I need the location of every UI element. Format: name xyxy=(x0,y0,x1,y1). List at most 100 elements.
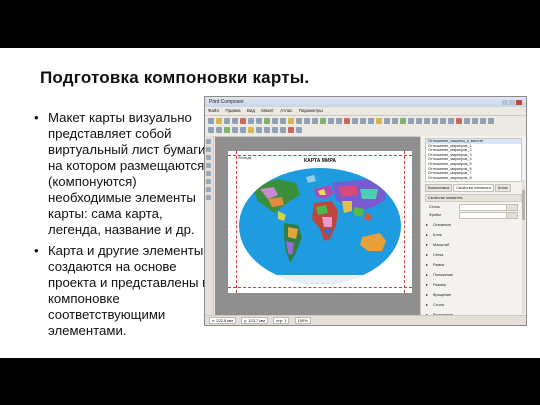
toolbar-icon[interactable] xyxy=(320,118,326,124)
toolbar-icon[interactable] xyxy=(256,127,262,133)
tab-composition[interactable]: Компоновка xyxy=(425,184,453,192)
toolbar-icon[interactable] xyxy=(288,127,294,133)
toolbar-row xyxy=(207,117,495,126)
collapsible-group[interactable]: Основные xyxy=(425,222,522,228)
slide-title: Подготовка компоновки карты. xyxy=(40,68,310,87)
zoom-level[interactable]: 100% xyxy=(294,317,311,324)
panel-scrollbar[interactable] xyxy=(522,180,525,314)
collapsible-group[interactable]: Сетка xyxy=(425,252,522,258)
menu-item[interactable]: Вид xyxy=(247,108,255,113)
bullet-item: Макет карты визуально представляет собой… xyxy=(34,110,216,238)
composer-canvas[interactable]: Легенда КАРТА МИРА xyxy=(215,137,421,317)
toolbar-icon[interactable] xyxy=(264,127,270,133)
toolbar-icon[interactable] xyxy=(456,118,462,124)
pan-tool-icon[interactable] xyxy=(206,155,211,160)
property-button[interactable] xyxy=(506,204,518,211)
toolbar-icon[interactable] xyxy=(296,127,302,133)
add-scale-icon[interactable] xyxy=(206,187,211,192)
property-value-field[interactable] xyxy=(459,212,511,219)
toolbar-icon[interactable] xyxy=(216,118,222,124)
toolbar-icon[interactable] xyxy=(296,118,302,124)
collapsible-group[interactable]: Рамка xyxy=(425,262,522,268)
toolbar-icon[interactable] xyxy=(248,127,254,133)
collapsible-group[interactable]: Вращение xyxy=(425,292,522,298)
toolbar-icon[interactable] xyxy=(312,118,318,124)
toolbar-icon[interactable] xyxy=(232,127,238,133)
toolbar-icon[interactable] xyxy=(208,127,214,133)
toolbar-icon[interactable] xyxy=(488,118,494,124)
property-row: Фрейм xyxy=(429,212,522,219)
add-map-icon[interactable] xyxy=(206,163,211,168)
collapsible-group[interactable]: Размер xyxy=(425,282,522,288)
collapsible-group[interactable]: Положение xyxy=(425,272,522,278)
toolbar-icon[interactable] xyxy=(240,127,246,133)
toolbar-icon[interactable] xyxy=(216,127,222,133)
toolbar-icon[interactable] xyxy=(328,118,334,124)
toolbar-icon[interactable] xyxy=(224,127,230,133)
items-list: Отношение_ширины_к_высоте Отношение_марк… xyxy=(425,138,522,182)
add-legend-icon[interactable] xyxy=(206,179,211,184)
margin-guide xyxy=(236,151,237,293)
panel-tabs: Компоновка Свойства элемента Атлас xyxy=(425,184,522,192)
menu-item[interactable]: Правка xyxy=(225,108,240,113)
toolbar-icon[interactable] xyxy=(344,118,350,124)
select-tool-icon[interactable] xyxy=(206,139,211,144)
window-controls xyxy=(501,99,523,105)
status-bar: x: 222.5 мм y: 123.7 мм стр: 1 100% xyxy=(205,315,526,325)
toolbar-icon[interactable] xyxy=(360,118,366,124)
toolbar-icon[interactable] xyxy=(400,118,406,124)
menu-item[interactable]: Атлас xyxy=(280,108,292,113)
toolbar-icon[interactable] xyxy=(304,118,310,124)
property-button[interactable] xyxy=(506,212,518,219)
section-header: Свойства элемента xyxy=(425,194,522,202)
toolbar-icon[interactable] xyxy=(408,118,414,124)
move-tool-icon[interactable] xyxy=(206,147,211,152)
toolbar-icon[interactable] xyxy=(432,118,438,124)
toolbar-icon[interactable] xyxy=(352,118,358,124)
property-label: Фрейм xyxy=(429,213,441,217)
toolbar-icon[interactable] xyxy=(240,118,246,124)
toolbar-icon[interactable] xyxy=(264,118,270,124)
toolbar-icon[interactable] xyxy=(208,118,214,124)
tab-item-properties[interactable]: Свойства элемента xyxy=(453,184,494,192)
toolbar-icon[interactable] xyxy=(448,118,454,124)
toolbar-icon[interactable] xyxy=(416,118,422,124)
add-label-icon[interactable] xyxy=(206,171,211,176)
collapsible-group[interactable]: Масштаб xyxy=(425,242,522,248)
toolbar-icon[interactable] xyxy=(280,127,286,133)
toolbar-icon[interactable] xyxy=(368,118,374,124)
toolbar-icon[interactable] xyxy=(288,118,294,124)
window-titlebar: Print Composer xyxy=(205,97,526,107)
slide-bottom-bar xyxy=(0,358,540,405)
toolbar-icon[interactable] xyxy=(464,118,470,124)
toolbar-icon[interactable] xyxy=(232,118,238,124)
toolbar-icon[interactable] xyxy=(272,118,278,124)
list-item[interactable]: Отношение_маркеров_8 xyxy=(426,176,521,181)
toolbar-icon[interactable] xyxy=(280,118,286,124)
margin-guide xyxy=(404,151,405,293)
toolbar-icon[interactable] xyxy=(224,118,230,124)
toolbar-icon[interactable] xyxy=(376,118,382,124)
toolbar-icon[interactable] xyxy=(248,118,254,124)
toolbar-icon[interactable] xyxy=(472,118,478,124)
toolbar-icon[interactable] xyxy=(256,118,262,124)
bullet-list: Макет карты визуально представляет собой… xyxy=(28,110,216,344)
status-page: стр: 1 xyxy=(272,317,290,324)
toolbar-icon[interactable] xyxy=(480,118,486,124)
scrollbar-thumb[interactable] xyxy=(522,190,525,220)
collapsible-group[interactable]: Блок xyxy=(425,232,522,238)
menu-item[interactable]: Макет xyxy=(261,108,274,113)
toolbar-icon[interactable] xyxy=(440,118,446,124)
toolbar-icon[interactable] xyxy=(384,118,390,124)
collapsible-group[interactable]: Стили xyxy=(425,302,522,308)
toolbar-icon[interactable] xyxy=(336,118,342,124)
property-value-field[interactable] xyxy=(459,204,511,211)
toolbar-icon[interactable] xyxy=(424,118,430,124)
toolbar-icon[interactable] xyxy=(272,127,278,133)
toolbar-icon[interactable] xyxy=(392,118,398,124)
menu-item[interactable]: Файл xyxy=(208,108,219,113)
add-shape-icon[interactable] xyxy=(206,195,211,200)
menu-item[interactable]: Параметры xyxy=(299,108,323,113)
tab-atlas[interactable]: Атлас xyxy=(494,184,512,192)
print-composer-screenshot: Print Composer Файл Правка Вид Макет Атл… xyxy=(204,96,527,326)
